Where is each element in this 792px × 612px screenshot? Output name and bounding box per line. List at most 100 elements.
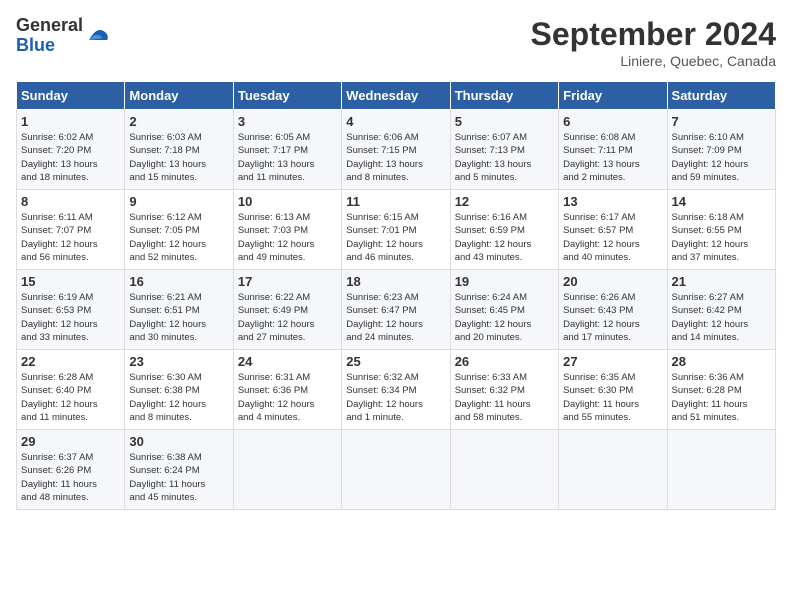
day-info: Sunrise: 6:05 AM Sunset: 7:17 PM Dayligh… <box>238 131 337 184</box>
day-info: Sunrise: 6:32 AM Sunset: 6:34 PM Dayligh… <box>346 371 445 424</box>
calendar-week-1: 1 Sunrise: 6:02 AM Sunset: 7:20 PM Daylig… <box>17 110 776 190</box>
logo-general: General <box>16 16 83 36</box>
day-info: Sunrise: 6:33 AM Sunset: 6:32 PM Dayligh… <box>455 371 554 424</box>
day-info: Sunrise: 6:30 AM Sunset: 6:38 PM Dayligh… <box>129 371 228 424</box>
calendar-week-5: 29 Sunrise: 6:37 AM Sunset: 6:26 PM Dayli… <box>17 430 776 510</box>
calendar-cell: 26 Sunrise: 6:33 AM Sunset: 6:32 PM Dayli… <box>450 350 558 430</box>
calendar-cell: 4 Sunrise: 6:06 AM Sunset: 7:15 PM Daylig… <box>342 110 450 190</box>
calendar-cell: 15Sunrise: 6:19 AM Sunset: 6:53 PM Dayli… <box>17 270 125 350</box>
day-info: Sunrise: 6:26 AM Sunset: 6:43 PM Dayligh… <box>563 291 662 344</box>
calendar-cell: 14 Sunrise: 6:18 AM Sunset: 6:55 PM Dayli… <box>667 190 775 270</box>
calendar-table: Sunday Monday Tuesday Wednesday Thursday… <box>16 81 776 510</box>
calendar-cell: 1 Sunrise: 6:02 AM Sunset: 7:20 PM Daylig… <box>17 110 125 190</box>
day-number: 1 <box>21 114 120 129</box>
calendar-cell <box>342 430 450 510</box>
day-info: Sunrise: 6:17 AM Sunset: 6:57 PM Dayligh… <box>563 211 662 264</box>
day-number: 10 <box>238 194 337 209</box>
day-number: 17 <box>238 274 337 289</box>
day-number: 16 <box>129 274 228 289</box>
col-wednesday: Wednesday <box>342 82 450 110</box>
day-number: 4 <box>346 114 445 129</box>
day-number: 6 <box>563 114 662 129</box>
calendar-cell: 6Sunrise: 6:08 AM Sunset: 7:11 PM Daylig… <box>559 110 667 190</box>
calendar-cell: 2Sunrise: 6:03 AM Sunset: 7:18 PM Daylig… <box>125 110 233 190</box>
logo-text: General Blue <box>16 16 83 56</box>
calendar-cell: 3 Sunrise: 6:05 AM Sunset: 7:17 PM Daylig… <box>233 110 341 190</box>
day-number: 19 <box>455 274 554 289</box>
day-number: 11 <box>346 194 445 209</box>
day-number: 13 <box>563 194 662 209</box>
month-title: September 2024 <box>531 16 776 53</box>
logo: General Blue <box>16 16 109 56</box>
day-number: 25 <box>346 354 445 369</box>
day-info: Sunrise: 6:15 AM Sunset: 7:01 PM Dayligh… <box>346 211 445 264</box>
day-info: Sunrise: 6:22 AM Sunset: 6:49 PM Dayligh… <box>238 291 337 344</box>
calendar-cell: 25 Sunrise: 6:32 AM Sunset: 6:34 PM Dayli… <box>342 350 450 430</box>
day-number: 5 <box>455 114 554 129</box>
col-tuesday: Tuesday <box>233 82 341 110</box>
calendar-cell: 9 Sunrise: 6:12 AM Sunset: 7:05 PM Daylig… <box>125 190 233 270</box>
day-number: 28 <box>672 354 771 369</box>
day-info: Sunrise: 6:31 AM Sunset: 6:36 PM Dayligh… <box>238 371 337 424</box>
day-info: Sunrise: 6:11 AM Sunset: 7:07 PM Dayligh… <box>21 211 120 264</box>
calendar-cell: 17 Sunrise: 6:22 AM Sunset: 6:49 PM Dayli… <box>233 270 341 350</box>
calendar-cell: 21Sunrise: 6:27 AM Sunset: 6:42 PM Dayli… <box>667 270 775 350</box>
calendar-cell: 18Sunrise: 6:23 AM Sunset: 6:47 PM Dayli… <box>342 270 450 350</box>
calendar-cell: 24 Sunrise: 6:31 AM Sunset: 6:36 PM Dayli… <box>233 350 341 430</box>
location-subtitle: Liniere, Quebec, Canada <box>531 53 776 69</box>
calendar-body: 1 Sunrise: 6:02 AM Sunset: 7:20 PM Daylig… <box>17 110 776 510</box>
day-info: Sunrise: 6:02 AM Sunset: 7:20 PM Dayligh… <box>21 131 120 184</box>
day-info: Sunrise: 6:06 AM Sunset: 7:15 PM Dayligh… <box>346 131 445 184</box>
day-number: 9 <box>129 194 228 209</box>
day-number: 18 <box>346 274 445 289</box>
day-number: 27 <box>563 354 662 369</box>
col-saturday: Saturday <box>667 82 775 110</box>
day-info: Sunrise: 6:16 AM Sunset: 6:59 PM Dayligh… <box>455 211 554 264</box>
col-thursday: Thursday <box>450 82 558 110</box>
calendar-cell <box>667 430 775 510</box>
calendar-week-4: 22 Sunrise: 6:28 AM Sunset: 6:40 PM Dayli… <box>17 350 776 430</box>
calendar-cell: 27 Sunrise: 6:35 AM Sunset: 6:30 PM Dayli… <box>559 350 667 430</box>
day-info: Sunrise: 6:38 AM Sunset: 6:24 PM Dayligh… <box>129 451 228 504</box>
day-info: Sunrise: 6:27 AM Sunset: 6:42 PM Dayligh… <box>672 291 771 344</box>
day-info: Sunrise: 6:18 AM Sunset: 6:55 PM Dayligh… <box>672 211 771 264</box>
calendar-cell: 30Sunrise: 6:38 AM Sunset: 6:24 PM Dayli… <box>125 430 233 510</box>
calendar-cell: 20 Sunrise: 6:26 AM Sunset: 6:43 PM Dayli… <box>559 270 667 350</box>
day-number: 15 <box>21 274 120 289</box>
day-number: 23 <box>129 354 228 369</box>
day-number: 26 <box>455 354 554 369</box>
day-number: 29 <box>21 434 120 449</box>
day-number: 20 <box>563 274 662 289</box>
day-info: Sunrise: 6:35 AM Sunset: 6:30 PM Dayligh… <box>563 371 662 424</box>
calendar-cell <box>450 430 558 510</box>
calendar-cell: 16Sunrise: 6:21 AM Sunset: 6:51 PM Dayli… <box>125 270 233 350</box>
calendar-cell: 28Sunrise: 6:36 AM Sunset: 6:28 PM Dayli… <box>667 350 775 430</box>
day-number: 12 <box>455 194 554 209</box>
title-block: September 2024 Liniere, Quebec, Canada <box>531 16 776 69</box>
day-number: 24 <box>238 354 337 369</box>
day-number: 7 <box>672 114 771 129</box>
calendar-cell: 22 Sunrise: 6:28 AM Sunset: 6:40 PM Dayli… <box>17 350 125 430</box>
logo-blue: Blue <box>16 36 83 56</box>
calendar-cell: 29 Sunrise: 6:37 AM Sunset: 6:26 PM Dayli… <box>17 430 125 510</box>
day-number: 3 <box>238 114 337 129</box>
page-header: General Blue September 2024 Liniere, Que… <box>16 16 776 69</box>
day-number: 8 <box>21 194 120 209</box>
calendar-cell <box>233 430 341 510</box>
day-number: 22 <box>21 354 120 369</box>
day-number: 14 <box>672 194 771 209</box>
col-sunday: Sunday <box>17 82 125 110</box>
day-info: Sunrise: 6:37 AM Sunset: 6:26 PM Dayligh… <box>21 451 120 504</box>
calendar-cell: 8 Sunrise: 6:11 AM Sunset: 7:07 PM Daylig… <box>17 190 125 270</box>
day-info: Sunrise: 6:10 AM Sunset: 7:09 PM Dayligh… <box>672 131 771 184</box>
day-info: Sunrise: 6:24 AM Sunset: 6:45 PM Dayligh… <box>455 291 554 344</box>
calendar-cell: 11 Sunrise: 6:15 AM Sunset: 7:01 PM Dayli… <box>342 190 450 270</box>
day-info: Sunrise: 6:28 AM Sunset: 6:40 PM Dayligh… <box>21 371 120 424</box>
calendar-week-3: 15Sunrise: 6:19 AM Sunset: 6:53 PM Dayli… <box>17 270 776 350</box>
day-info: Sunrise: 6:07 AM Sunset: 7:13 PM Dayligh… <box>455 131 554 184</box>
calendar-cell: 7 Sunrise: 6:10 AM Sunset: 7:09 PM Daylig… <box>667 110 775 190</box>
day-info: Sunrise: 6:12 AM Sunset: 7:05 PM Dayligh… <box>129 211 228 264</box>
calendar-cell: 19 Sunrise: 6:24 AM Sunset: 6:45 PM Dayli… <box>450 270 558 350</box>
header-row: Sunday Monday Tuesday Wednesday Thursday… <box>17 82 776 110</box>
calendar-week-2: 8 Sunrise: 6:11 AM Sunset: 7:07 PM Daylig… <box>17 190 776 270</box>
